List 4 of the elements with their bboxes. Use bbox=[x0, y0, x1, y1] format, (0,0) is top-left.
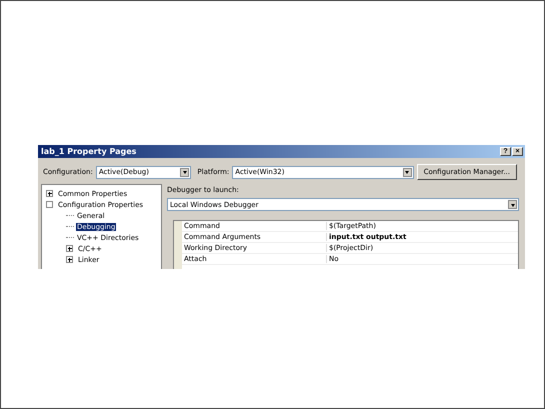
expander-icon[interactable] bbox=[46, 190, 53, 197]
expander-icon[interactable] bbox=[66, 256, 73, 263]
expander-icon[interactable] bbox=[66, 245, 73, 252]
window-title: lab_1 Property Pages bbox=[41, 147, 136, 156]
